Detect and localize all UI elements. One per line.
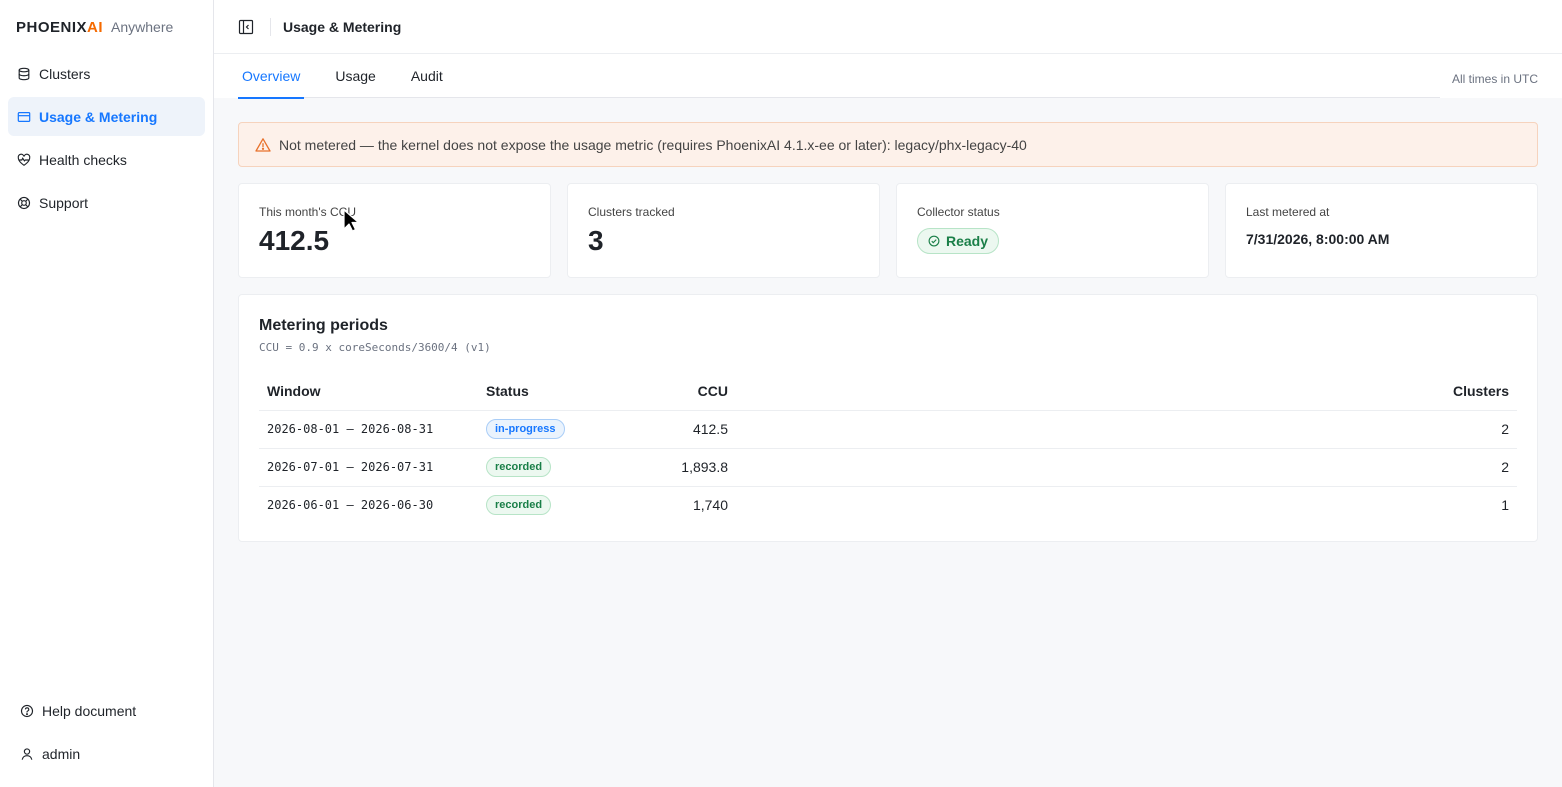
row-window: 2026-07-01 – 2026-07-31 xyxy=(259,448,478,487)
sidebar-item-clusters[interactable]: Clusters xyxy=(8,54,205,93)
sidebar-nav: Clusters Usage & Metering Health checks … xyxy=(0,54,213,222)
metering-periods-panel: Metering periods CCU = 0.9 x coreSeconds… xyxy=(238,294,1538,542)
row-status: recorded xyxy=(478,448,598,487)
tab-overview[interactable]: Overview xyxy=(238,54,305,99)
check-circle-icon xyxy=(928,235,940,247)
timezone-note: All times in UTC xyxy=(1451,72,1538,86)
last-metered-card: Last metered at 7/31/2026, 8:00:00 AM xyxy=(1225,183,1538,278)
brand-name-suffix: AI xyxy=(87,18,104,36)
summary-cards: This month's CCU 412.5 Clusters tracked … xyxy=(238,183,1538,278)
tab-usage[interactable]: Usage xyxy=(331,54,379,98)
user-name: admin xyxy=(42,745,81,762)
column-window: Window xyxy=(259,372,478,411)
row-clusters: 1 xyxy=(1501,497,1509,514)
table-row[interactable]: 2026-06-01 – 2026-06-30 recorded 1,740 1 xyxy=(259,486,1517,524)
user-menu[interactable]: admin xyxy=(12,734,201,773)
ccu-card: This month's CCU 412.5 xyxy=(238,183,551,278)
sidebar-item-support[interactable]: Support xyxy=(8,183,205,222)
database-icon xyxy=(17,67,31,81)
tab-audit[interactable]: Audit xyxy=(407,54,447,98)
alert-text: Not metered — the kernel does not expose… xyxy=(279,136,1027,153)
not-metered-alert: Not metered — the kernel does not expose… xyxy=(238,122,1538,167)
metering-periods-table: Window Status CCU Clusters 2026-08-01 – … xyxy=(259,372,1517,524)
page-header: Usage & Metering xyxy=(214,0,1562,54)
status-badge: recorded xyxy=(486,495,552,516)
header-divider xyxy=(270,17,271,36)
clusters-card-value: 3 xyxy=(588,225,604,256)
tabs-bar: Overview Usage Audit All times in UTC xyxy=(214,54,1562,99)
row-ccu: 1,893.8 xyxy=(598,448,736,487)
sidebar-item-usage-metering[interactable]: Usage & Metering xyxy=(8,97,205,136)
last-metered-value: 7/31/2026, 8:00:00 AM xyxy=(1246,231,1390,247)
row-clusters: 2 xyxy=(736,448,1517,487)
status-badge-label: Ready xyxy=(946,233,989,249)
sidebar-item-label: Usage & Metering xyxy=(39,108,158,125)
row-status: recorded xyxy=(478,486,598,524)
credit-card-icon xyxy=(17,110,31,124)
user-icon xyxy=(20,747,34,761)
status-badge: in-progress xyxy=(486,419,565,439)
sidebar: PHOENIXAI Anywhere Clusters Usage & Mete… xyxy=(0,0,214,787)
row-window: 2026-08-01 – 2026-08-31 xyxy=(259,410,478,449)
clusters-tracked-card: Clusters tracked 3 xyxy=(567,183,880,278)
help-document-label: Help document xyxy=(42,702,137,719)
status-badge: recorded xyxy=(486,457,552,477)
column-status: Status xyxy=(478,372,598,411)
lifebuoy-icon xyxy=(17,196,31,210)
table-header-row: Window Status CCU Clusters xyxy=(259,372,1517,411)
main-content: Not metered — the kernel does not expose… xyxy=(238,122,1538,542)
row-ccu: 1,740 xyxy=(692,497,728,514)
tab-list: Overview Usage Audit xyxy=(238,54,1440,99)
ccu-card-value: 412.5 xyxy=(259,225,330,256)
help-circle-icon xyxy=(20,704,34,718)
row-status: in-progress xyxy=(478,410,598,449)
sidebar-bottom: Help document admin xyxy=(0,691,213,777)
sidebar-item-label: Clusters xyxy=(39,65,91,82)
last-metered-label: Last metered at xyxy=(1246,205,1330,219)
clusters-card-label: Clusters tracked xyxy=(588,205,675,219)
warning-triangle-icon xyxy=(255,137,271,153)
row-clusters: 2 xyxy=(736,410,1517,449)
sidebar-collapse-icon[interactable] xyxy=(238,19,254,35)
metering-periods-title: Metering periods xyxy=(259,317,388,334)
brand-name-prefix: PHOENIX xyxy=(16,18,88,36)
sidebar-item-health-checks[interactable]: Health checks xyxy=(8,140,205,179)
collector-status-card: Collector status Ready xyxy=(896,183,1209,278)
column-clusters: Clusters xyxy=(736,372,1517,411)
row-window: 2026-06-01 – 2026-06-30 xyxy=(267,498,434,513)
ccu-card-label: This month's CCU xyxy=(259,205,356,219)
table-row[interactable]: 2026-07-01 – 2026-07-31 recorded 1,893.8… xyxy=(259,448,1517,487)
table-row[interactable]: 2026-08-01 – 2026-08-31 in-progress 412.… xyxy=(259,410,1517,449)
help-document-link[interactable]: Help document xyxy=(12,691,201,730)
brand-logo[interactable]: PHOENIXAI Anywhere xyxy=(0,0,213,54)
collector-card-label: Collector status xyxy=(917,205,1000,219)
page-title: Usage & Metering xyxy=(283,18,402,35)
row-ccu: 412.5 xyxy=(598,410,736,449)
column-ccu: CCU xyxy=(598,372,736,411)
heart-pulse-icon xyxy=(17,153,31,167)
sidebar-item-label: Health checks xyxy=(39,151,127,168)
sidebar-item-label: Support xyxy=(39,194,89,211)
brand-product: Anywhere xyxy=(111,19,174,35)
ccu-formula: CCU = 0.9 x coreSeconds/3600/4 (v1) xyxy=(259,341,491,354)
status-badge: Ready xyxy=(917,228,1000,254)
